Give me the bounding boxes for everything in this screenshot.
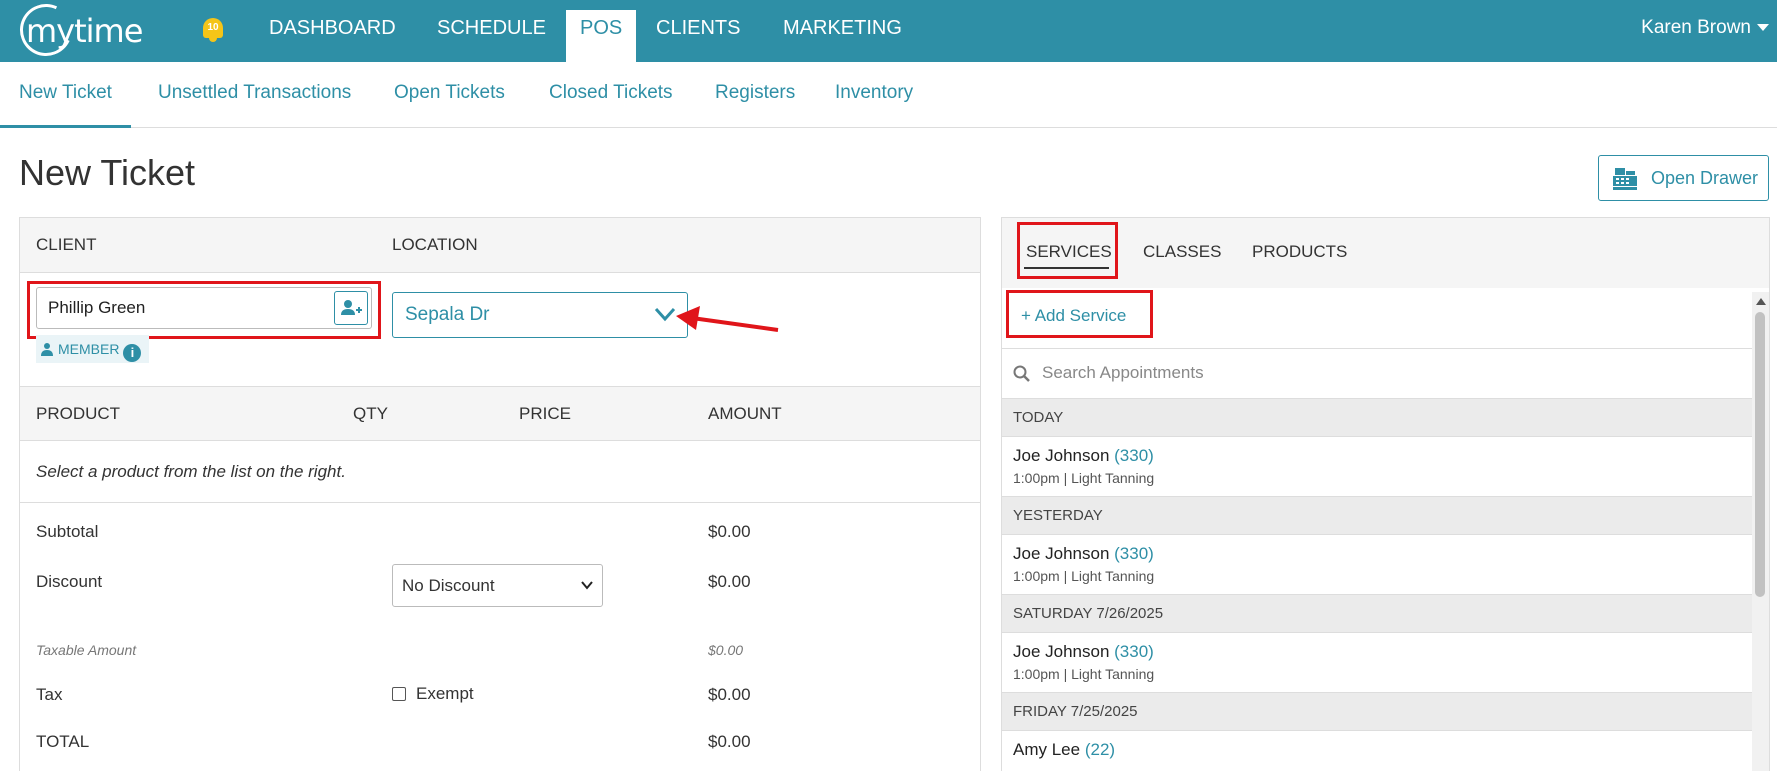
discount-label: Discount xyxy=(36,572,103,591)
catalog-panel: SERVICES CLASSES PRODUCTS + Add Service … xyxy=(1001,217,1770,771)
pos-subnav: New Ticket Unsettled Transactions Open T… xyxy=(0,62,1777,128)
discount-value: $0.00 xyxy=(708,572,751,591)
group-header: FRIDAY 7/25/2025 xyxy=(1002,693,1752,731)
list-item[interactable]: Joe Johnson (330) 1:00pm | Light Tanning xyxy=(1002,535,1752,595)
client-field[interactable]: Phillip Green xyxy=(36,287,372,329)
user-menu[interactable]: Karen Brown xyxy=(1641,0,1769,56)
qty-column-header: QTY xyxy=(353,404,388,423)
appointment-code: (330) xyxy=(1114,544,1154,563)
client-value: Phillip Green xyxy=(48,298,146,317)
subnav-registers[interactable]: Registers xyxy=(715,62,795,128)
add-client-button[interactable] xyxy=(334,291,368,325)
subtotal-value: $0.00 xyxy=(708,522,751,541)
appointment-detail: 1:00pm | Light Tanning xyxy=(1013,666,1155,682)
appointment-detail: 1:00pm | Light Tanning xyxy=(1013,568,1155,584)
nav-schedule[interactable]: SCHEDULE xyxy=(437,0,546,56)
tab-classes[interactable]: CLASSES xyxy=(1143,218,1221,286)
client-header: CLIENT xyxy=(36,235,97,254)
appointment-client: Joe Johnson xyxy=(1013,544,1110,563)
search-input[interactable]: Search Appointments xyxy=(1042,363,1204,383)
subnav-new-ticket[interactable]: New Ticket xyxy=(0,62,131,128)
info-icon[interactable]: i xyxy=(123,344,142,362)
cash-register-icon xyxy=(1613,168,1637,190)
add-user-icon xyxy=(341,300,362,315)
subtotal-label: Subtotal xyxy=(36,522,99,541)
page-title: New Ticket xyxy=(19,152,196,193)
active-tab-underline xyxy=(1024,267,1109,269)
annotation-arrow xyxy=(676,306,779,332)
appointment-code: (330) xyxy=(1114,446,1154,465)
discount-dropdown[interactable]: No Discount xyxy=(392,564,603,607)
member-badge: MEMBER i xyxy=(36,335,150,363)
appointment-client: Joe Johnson xyxy=(1013,642,1110,661)
exempt-checkbox-row[interactable]: Exempt xyxy=(392,684,474,704)
member-label: MEMBER xyxy=(58,341,120,357)
client-location-header: CLIENT LOCATION xyxy=(20,218,980,273)
subnav-open-tickets[interactable]: Open Tickets xyxy=(394,62,505,128)
subnav-unsettled-transactions[interactable]: Unsettled Transactions xyxy=(158,62,351,128)
open-drawer-label: Open Drawer xyxy=(1651,168,1759,188)
location-header: LOCATION xyxy=(392,235,478,254)
tax-value: $0.00 xyxy=(708,685,751,704)
chevron-down-icon xyxy=(1757,24,1769,32)
open-drawer-button[interactable]: Open Drawer xyxy=(1598,155,1769,201)
search-icon xyxy=(1013,365,1030,382)
nav-marketing[interactable]: MARKETING xyxy=(783,0,902,56)
scroll-thumb[interactable] xyxy=(1755,312,1765,597)
list-item[interactable]: Joe Johnson (330) 1:00pm | Light Tanning xyxy=(1002,633,1752,693)
notifications-count: 10 xyxy=(207,22,219,33)
person-icon xyxy=(41,343,53,356)
tab-services[interactable]: SERVICES xyxy=(1026,218,1112,286)
appointment-list-scrollbar[interactable] xyxy=(1752,292,1769,771)
ticket-panel: CLIENT LOCATION Phillip Green MEMBER i Se… xyxy=(19,217,981,771)
taxable-amount-label: Taxable Amount xyxy=(36,642,137,658)
amount-column-header: AMOUNT xyxy=(708,404,782,423)
scroll-up-icon[interactable] xyxy=(1756,298,1766,305)
group-header: TODAY xyxy=(1002,399,1752,437)
nav-pos[interactable]: POS xyxy=(566,10,637,62)
list-item[interactable]: Joe Johnson (330) 1:00pm | Light Tanning xyxy=(1002,437,1752,497)
exempt-checkbox[interactable] xyxy=(392,687,406,701)
chevron-down-icon xyxy=(581,581,593,590)
user-name: Karen Brown xyxy=(1641,17,1751,38)
price-column-header: PRICE xyxy=(519,404,571,423)
product-table-header: PRODUCT QTY PRICE AMOUNT xyxy=(20,386,980,441)
catalog-tabs: SERVICES CLASSES PRODUCTS xyxy=(1002,218,1769,288)
discount-option: No Discount xyxy=(402,576,495,595)
logo-text: mytime xyxy=(26,12,143,50)
appointment-code: (22) xyxy=(1084,740,1116,759)
taxable-amount-value: $0.00 xyxy=(708,642,744,658)
product-column-header: PRODUCT xyxy=(36,404,121,423)
top-navbar: mytime 10 DASHBOARD SCHEDULE POS CLIENTS… xyxy=(0,0,1777,64)
divider xyxy=(20,502,980,503)
group-header: YESTERDAY xyxy=(1002,497,1752,535)
tab-products[interactable]: PRODUCTS xyxy=(1252,218,1347,286)
nav-clients[interactable]: CLIENTS xyxy=(656,0,740,56)
appointment-code: (330) xyxy=(1114,642,1154,661)
add-service-link[interactable]: + Add Service xyxy=(1021,306,1126,326)
notifications-bell-icon[interactable]: 10 xyxy=(200,14,226,44)
client-field-highlight: Phillip Green xyxy=(27,281,381,339)
mytime-logo[interactable]: mytime xyxy=(12,0,150,64)
appointment-detail: 1:00pm | Light Tanning xyxy=(1013,470,1155,486)
list-item[interactable]: Amy Lee (22) xyxy=(1002,731,1752,771)
nav-dashboard[interactable]: DASHBOARD xyxy=(269,0,396,56)
location-value: Sepala Dr xyxy=(405,304,490,325)
group-header: SATURDAY 7/26/2025 xyxy=(1002,595,1752,633)
appointment-search[interactable]: Search Appointments xyxy=(1002,348,1752,399)
total-value: $0.00 xyxy=(708,732,751,751)
empty-products-message: Select a product from the list on the ri… xyxy=(36,462,346,481)
tax-label: Tax xyxy=(36,685,63,704)
subnav-inventory[interactable]: Inventory xyxy=(835,62,913,128)
location-dropdown[interactable]: Sepala Dr xyxy=(392,292,688,338)
appointment-client: Amy Lee xyxy=(1013,740,1081,759)
appointment-client: Joe Johnson xyxy=(1013,446,1110,465)
subnav-closed-tickets[interactable]: Closed Tickets xyxy=(549,62,673,128)
total-label: TOTAL xyxy=(36,732,90,751)
exempt-label: Exempt xyxy=(416,684,474,703)
appointment-list: TODAY Joe Johnson (330) 1:00pm | Light T… xyxy=(1002,399,1752,771)
